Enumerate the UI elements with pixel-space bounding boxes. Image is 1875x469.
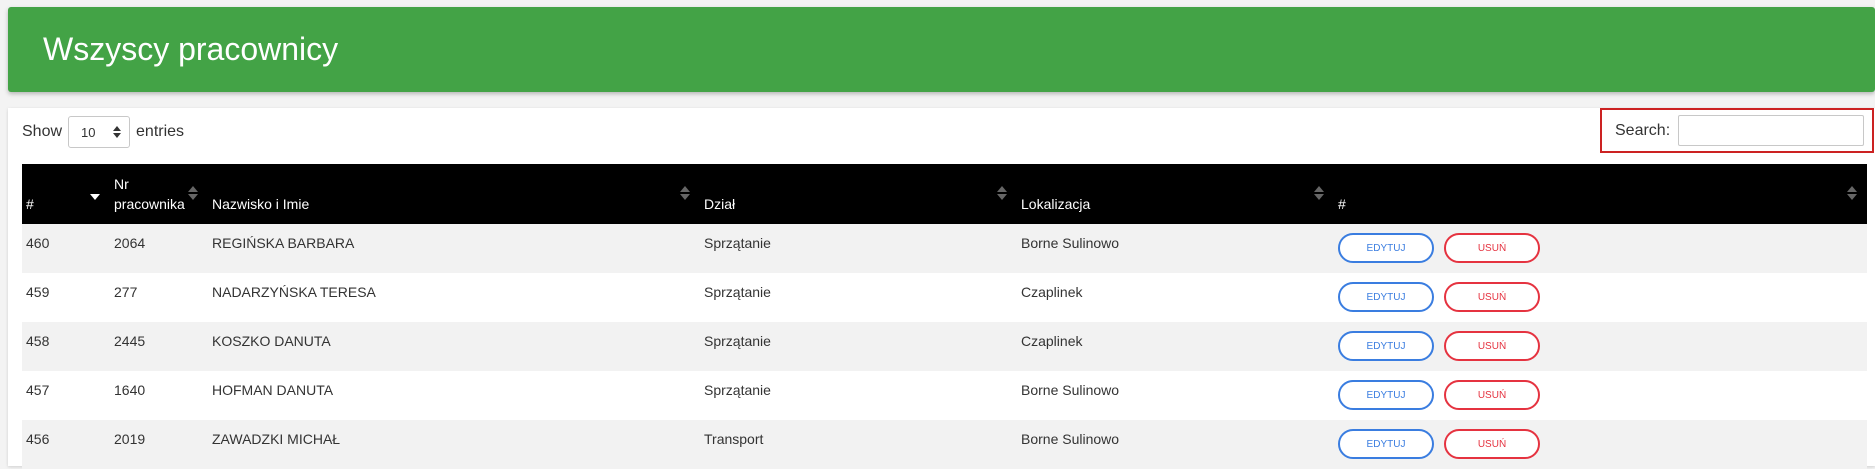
cell-location: Czaplinek (1021, 333, 1083, 349)
cell-actions: EDYTUJ USUŃ (1334, 224, 1867, 273)
cell-name: KOSZKO DANUTA (212, 333, 331, 349)
cell-location: Borne Sulinowo (1021, 382, 1120, 398)
entries-label: entries (136, 123, 185, 140)
cell-actions: EDYTUJ USUŃ (1334, 273, 1867, 322)
cell-employee-number: 2445 (114, 333, 146, 349)
cell-location: Borne Sulinowo (1021, 431, 1120, 447)
cell-department: Sprzątanie (704, 284, 771, 300)
edit-button[interactable]: EDYTUJ (1338, 331, 1434, 361)
sort-icon (1314, 186, 1324, 200)
delete-button[interactable]: USUŃ (1444, 282, 1540, 312)
edit-button[interactable]: EDYTUJ (1338, 380, 1434, 410)
column-header-location[interactable]: Lokalizacja (1017, 164, 1334, 224)
edit-button[interactable]: EDYTUJ (1338, 233, 1434, 263)
select-arrows-icon (113, 126, 122, 138)
cell-name: HOFMAN DANUTA (212, 382, 334, 398)
entries-length-control: Show 10 entries (22, 116, 184, 148)
cell-department: Transport (704, 431, 764, 447)
cell-actions: EDYTUJ USUŃ (1334, 322, 1867, 371)
page-header: Wszyscy pracownicy (8, 7, 1875, 92)
delete-button[interactable]: USUŃ (1444, 380, 1540, 410)
cell-id: 460 (26, 235, 50, 251)
entries-select-value: 10 (81, 124, 96, 140)
table-header-row: # Nr pracownika Nazwisko i Imie Dział Lo… (22, 164, 1867, 224)
sort-icon (680, 186, 690, 200)
employees-card: Show 10 entries Search: # Nr pracownika … (8, 108, 1875, 469)
delete-button[interactable]: USUŃ (1444, 429, 1540, 459)
edit-button[interactable]: EDYTUJ (1338, 282, 1434, 312)
cell-name: REGIŃSKA BARBARA (212, 235, 355, 251)
search-container: Search: (1600, 108, 1874, 153)
table-row: 456 2019 ZAWADZKI MICHAŁ Transport Borne… (22, 420, 1867, 469)
sort-icon (997, 186, 1007, 200)
cell-employee-number: 277 (114, 284, 138, 300)
entries-select[interactable]: 10 (68, 116, 131, 148)
cell-location: Czaplinek (1021, 284, 1083, 300)
cell-id: 457 (26, 382, 50, 398)
sort-icon (1847, 186, 1857, 200)
table-row: 457 1640 HOFMAN DANUTA Sprzątanie Borne … (22, 371, 1867, 420)
cell-employee-number: 2064 (114, 235, 146, 251)
cell-actions: EDYTUJ USUŃ (1334, 420, 1867, 469)
cell-employee-number: 1640 (114, 382, 146, 398)
search-input[interactable] (1678, 115, 1865, 146)
table-row: 460 2064 REGIŃSKA BARBARA Sprzątanie Bor… (22, 224, 1867, 273)
cell-name: ZAWADZKI MICHAŁ (212, 431, 341, 447)
cell-id: 459 (26, 284, 50, 300)
table-row: 459 277 NADARZYŃSKA TERESA Sprzątanie Cz… (22, 273, 1867, 322)
column-header-actions[interactable]: # (1334, 164, 1867, 224)
cell-location: Borne Sulinowo (1021, 235, 1120, 251)
column-header-name[interactable]: Nazwisko i Imie (208, 164, 700, 224)
sort-desc-icon (90, 186, 100, 200)
cell-department: Sprzątanie (704, 235, 771, 251)
cell-id: 456 (26, 431, 50, 447)
cell-employee-number: 2019 (114, 431, 146, 447)
employees-table: # Nr pracownika Nazwisko i Imie Dział Lo… (22, 164, 1867, 469)
table-row: 458 2445 KOSZKO DANUTA Sprzątanie Czapli… (22, 322, 1867, 371)
column-header-department[interactable]: Dział (700, 164, 1017, 224)
column-header-id[interactable]: # (22, 164, 110, 224)
search-label: Search: (1615, 121, 1671, 139)
show-label: Show (22, 123, 63, 140)
cell-actions: EDYTUJ USUŃ (1334, 371, 1867, 420)
cell-name: NADARZYŃSKA TERESA (212, 284, 376, 300)
delete-button[interactable]: USUŃ (1444, 331, 1540, 361)
cell-department: Sprzątanie (704, 382, 771, 398)
sort-icon (188, 186, 198, 200)
edit-button[interactable]: EDYTUJ (1338, 429, 1434, 459)
cell-id: 458 (26, 333, 50, 349)
column-header-employee-number[interactable]: Nr pracownika (110, 164, 208, 224)
page-title: Wszyscy pracownicy (43, 31, 339, 67)
cell-department: Sprzątanie (704, 333, 771, 349)
delete-button[interactable]: USUŃ (1444, 233, 1540, 263)
